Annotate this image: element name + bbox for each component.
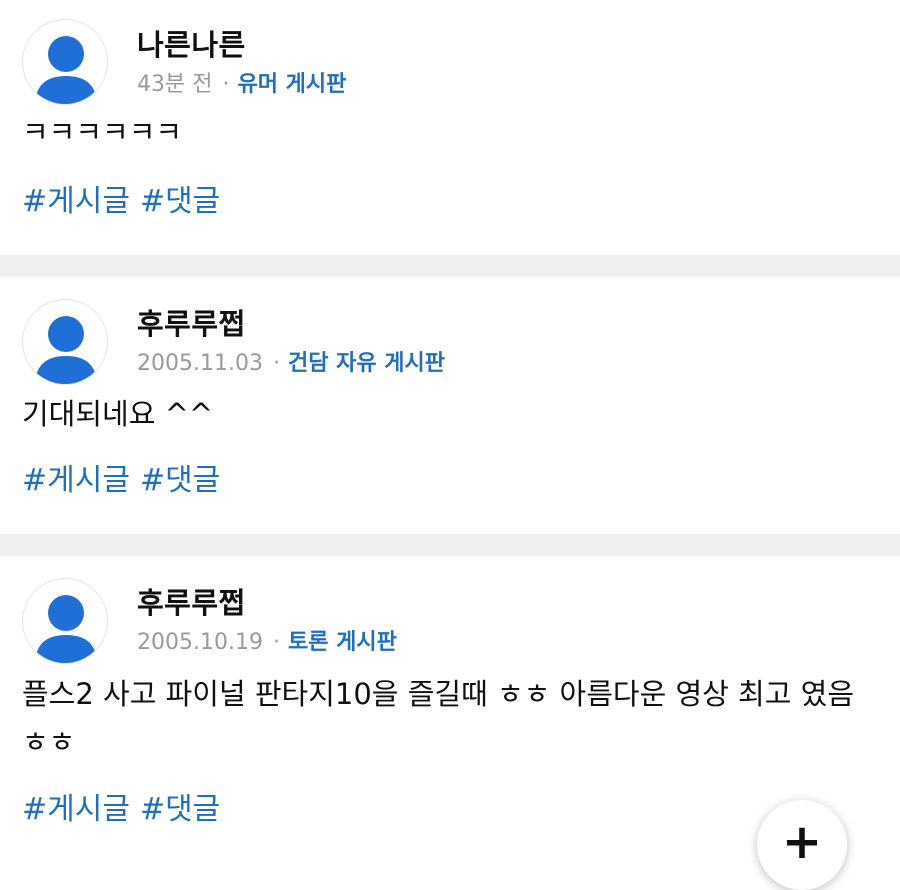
- post-tags: #게시글 #댓글: [22, 455, 230, 499]
- post-time: 2005.11.03: [137, 351, 263, 376]
- post-username[interactable]: 후루루쩝: [137, 580, 246, 622]
- post-card[interactable]: 후루루쩝 2005.10.19 · 토론 게시판 플스2 사고 파이널 판타지10을…: [0, 556, 900, 854]
- post-time: 2005.10.19: [137, 630, 263, 655]
- avatar[interactable]: [22, 299, 108, 385]
- user-avatar-icon: [35, 316, 97, 384]
- plus-icon: +: [781, 814, 823, 870]
- post-card[interactable]: 나른나른 43분 전 · 유머 게시판 ㅋㅋㅋㅋㅋㅋ #게시글 #댓글: [0, 0, 900, 255]
- board-link[interactable]: 토론 게시판: [288, 630, 397, 655]
- post-body[interactable]: 기대되네요 ^^: [22, 390, 878, 438]
- meta-separator: ·: [222, 72, 230, 97]
- post-body[interactable]: 플스2 사고 파이널 판타지10을 즐길때 ㅎㅎ 아름다운 영상 최고 였음 ㅎ…: [22, 670, 878, 766]
- post-time: 43분 전: [137, 72, 213, 97]
- post-body[interactable]: ㅋㅋㅋㅋㅋㅋ: [22, 108, 878, 156]
- post-tags: #게시글 #댓글: [22, 784, 230, 828]
- post-divider: [0, 255, 900, 277]
- board-link[interactable]: 건담 자유 게시판: [288, 351, 445, 376]
- post-username[interactable]: 나른나른: [137, 22, 246, 64]
- meta-separator: ·: [272, 630, 280, 655]
- post-meta: 2005.10.19 · 토론 게시판: [137, 624, 397, 656]
- post-divider: [0, 534, 900, 556]
- user-avatar-icon: [35, 36, 97, 104]
- user-avatar-icon: [35, 595, 97, 663]
- board-link[interactable]: 유머 게시판: [237, 72, 346, 97]
- tag-comment[interactable]: #댓글: [140, 184, 220, 219]
- tag-comment[interactable]: #댓글: [140, 792, 220, 827]
- tag-post[interactable]: #게시글: [22, 463, 130, 498]
- post-username[interactable]: 후루루쩝: [137, 301, 246, 343]
- post-card[interactable]: 후루루쩝 2005.11.03 · 건담 자유 게시판 기대되네요 ^^ #게시글 #…: [0, 277, 900, 534]
- post-meta: 2005.11.03 · 건담 자유 게시판: [137, 345, 445, 377]
- tag-post[interactable]: #게시글: [22, 184, 130, 219]
- meta-separator: ·: [272, 351, 280, 376]
- tag-comment[interactable]: #댓글: [140, 463, 220, 498]
- tag-post[interactable]: #게시글: [22, 792, 130, 827]
- post-tags: #게시글 #댓글: [22, 176, 230, 220]
- avatar[interactable]: [22, 19, 108, 105]
- write-fab-button[interactable]: +: [757, 800, 847, 890]
- avatar[interactable]: [22, 578, 108, 664]
- post-meta: 43분 전 · 유머 게시판: [137, 66, 346, 98]
